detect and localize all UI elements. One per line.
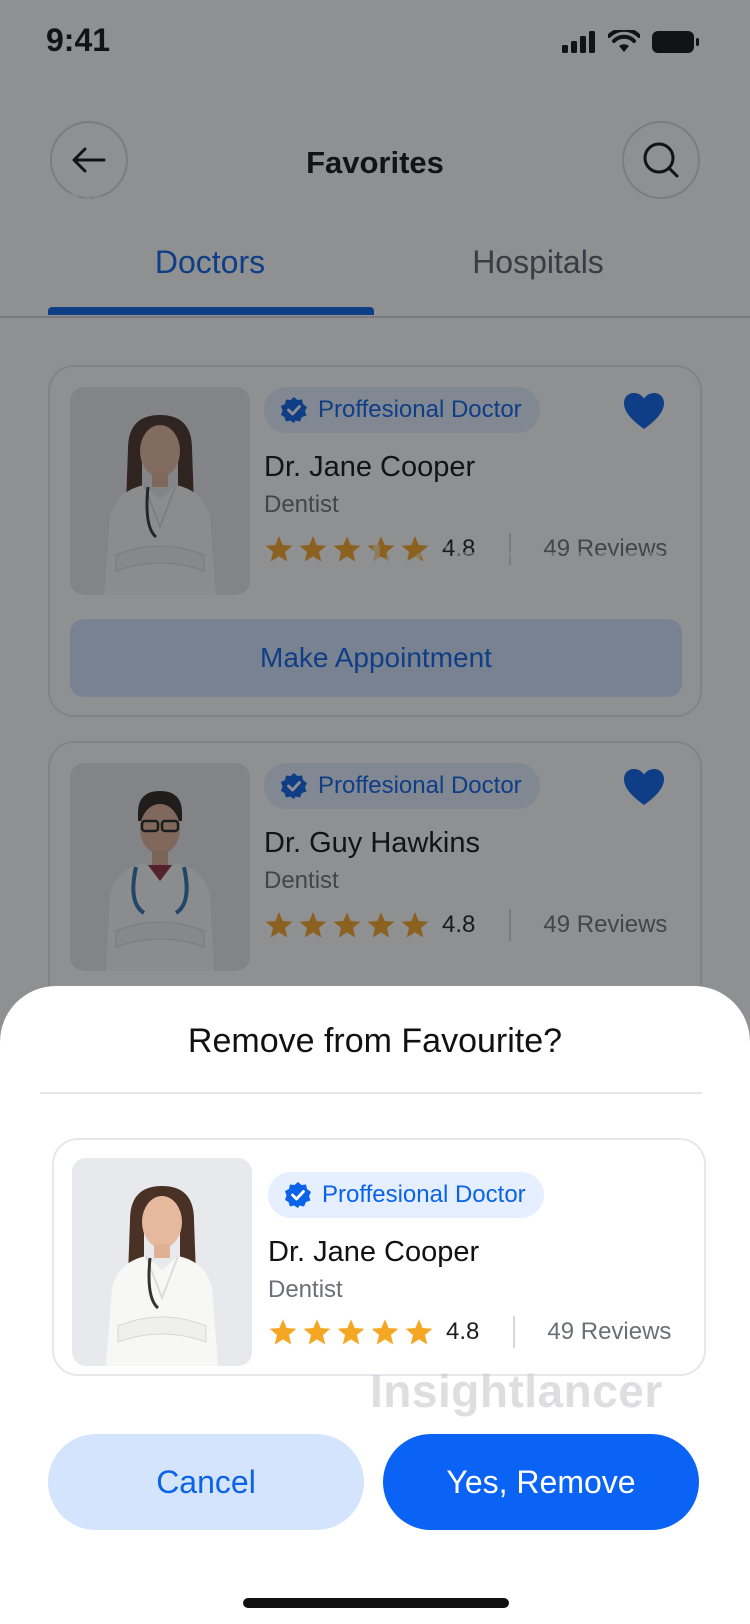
reviews-count: 49 Reviews: [547, 1318, 672, 1345]
home-indicator[interactable]: [243, 1598, 509, 1608]
rating-divider: [513, 1316, 516, 1348]
star-icon: [303, 1319, 331, 1345]
doctor-card: Proffesional Doctor Dr. Jane Cooper Dent…: [52, 1138, 706, 1376]
professional-badge: Proffesional Doctor: [268, 1172, 544, 1218]
sheet-title: Remove from Favourite?: [187, 1022, 563, 1060]
badge-label: Proffesional Doctor: [322, 1181, 526, 1208]
star-icon: [269, 1319, 297, 1345]
remove-favourite-sheet: Remove from Favourite? Proffesional Doct…: [0, 986, 750, 1624]
doctor-specialty: Dentist: [268, 1276, 343, 1303]
doctor-portrait-female: [106, 1186, 218, 1366]
sheet-divider: [40, 1092, 702, 1094]
star-icon: [337, 1319, 365, 1345]
doctor-name: Dr. Jane Cooper: [268, 1236, 480, 1268]
doctor-photo: [72, 1158, 252, 1366]
rating-value: 4.8: [446, 1318, 480, 1345]
confirm-remove-button[interactable]: Yes, Remove: [383, 1434, 699, 1530]
rating-row: 4.8 49 Reviews: [268, 1316, 671, 1348]
verified-badge-icon: [285, 1182, 311, 1208]
star-icon: [371, 1319, 399, 1345]
watermark: Insightlancer: [370, 1365, 663, 1417]
cancel-button[interactable]: Cancel: [48, 1434, 364, 1530]
star-icon: [405, 1319, 433, 1345]
